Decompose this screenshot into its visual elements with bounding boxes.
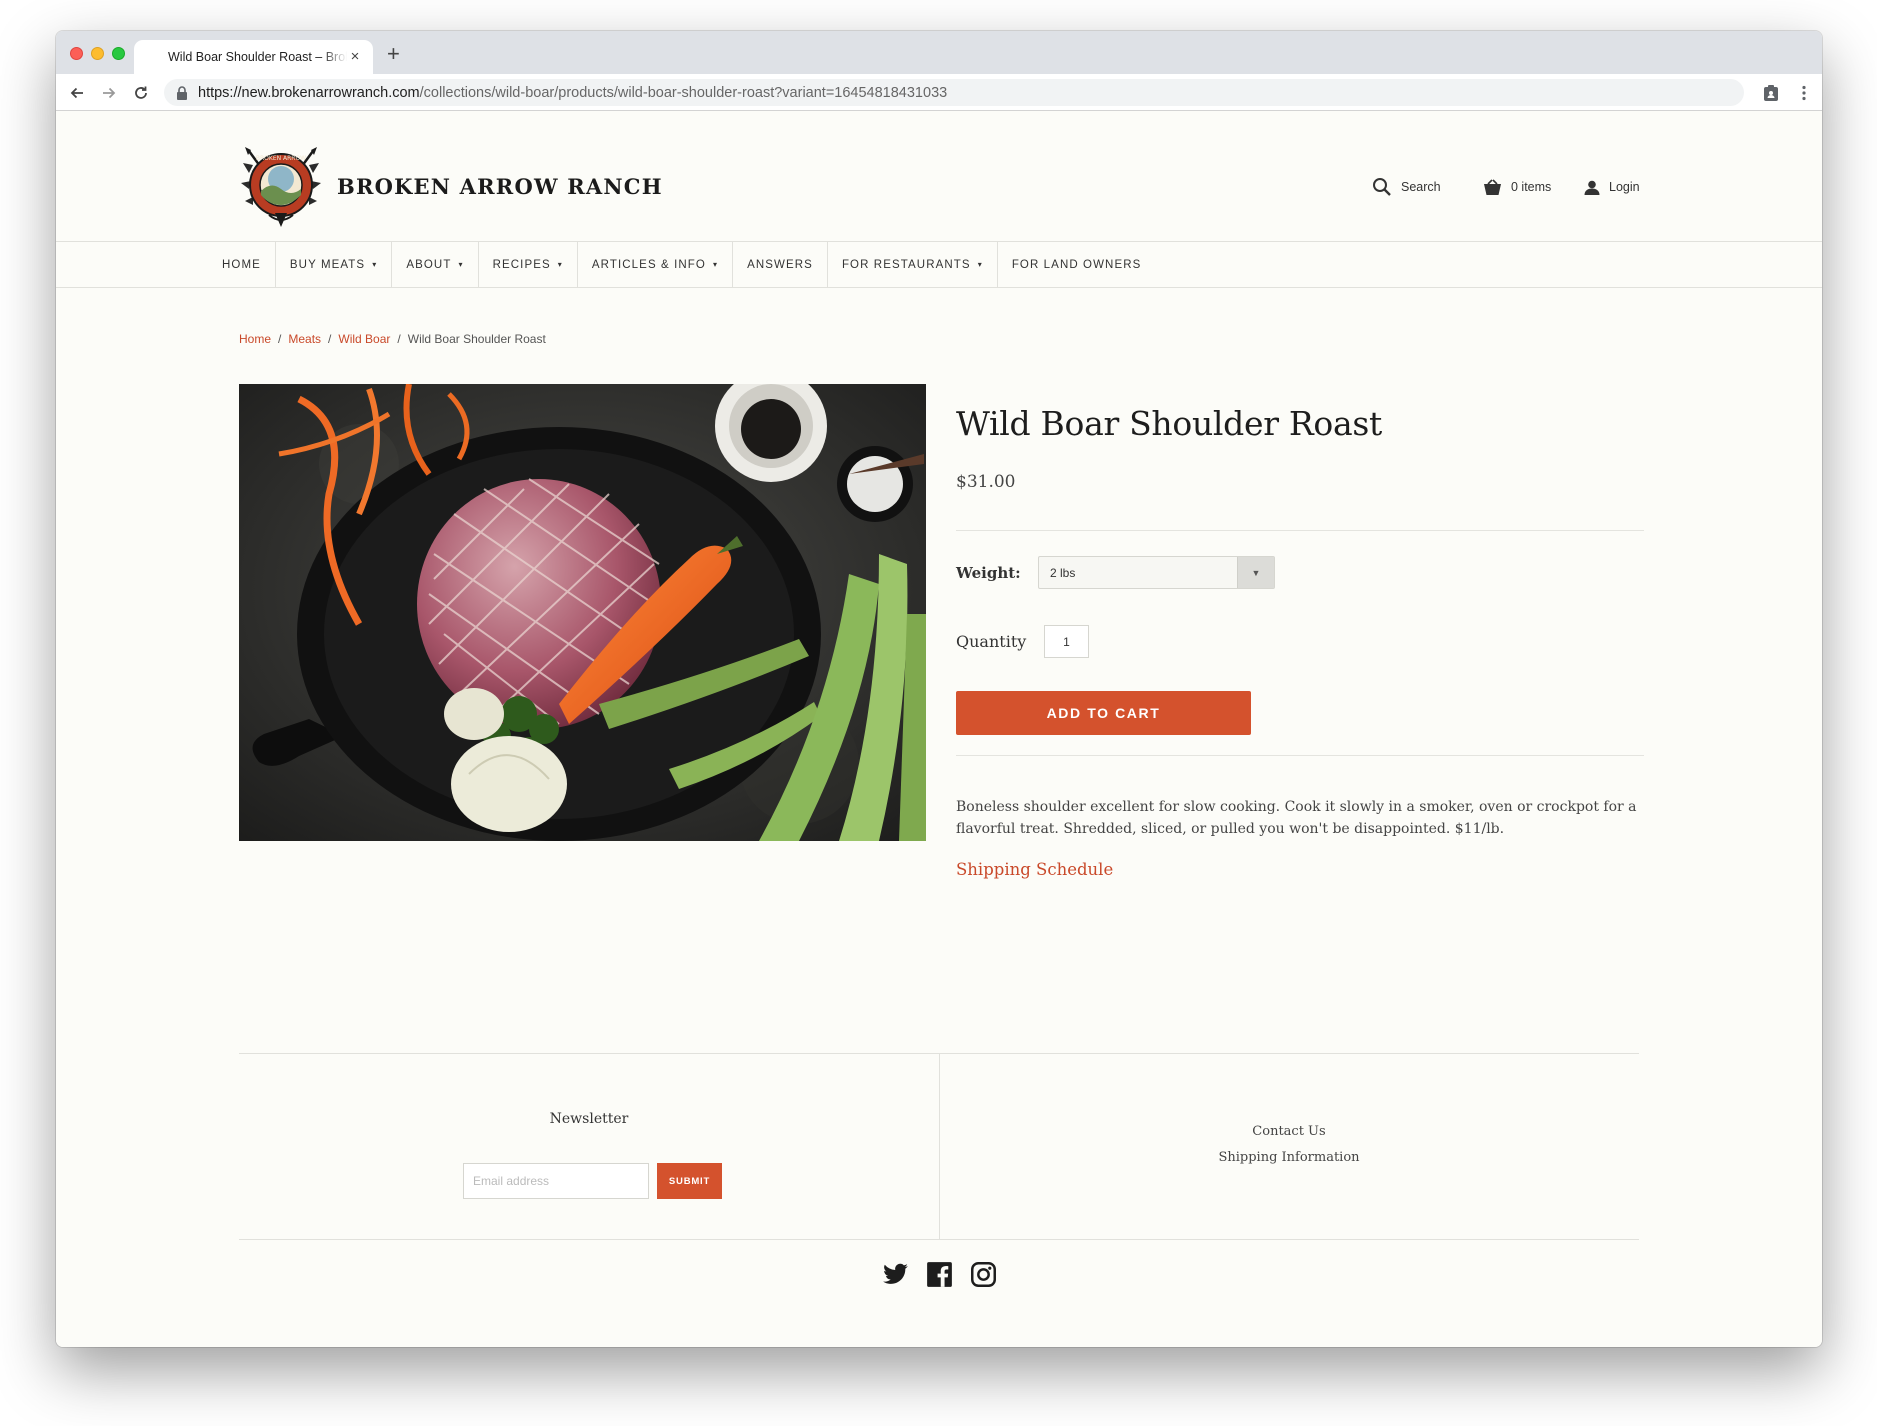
divider: [956, 755, 1644, 756]
breadcrumb-separator: /: [278, 332, 282, 346]
search-label: Search: [1401, 180, 1441, 194]
lock-icon: [177, 85, 187, 100]
chevron-down-icon: ▾: [712, 260, 719, 269]
close-tab-icon[interactable]: ×: [347, 49, 363, 65]
chevron-down-icon: ▾: [977, 260, 983, 269]
tab-title: Wild Boar Shoulder Roast – Broken Arrow …: [168, 50, 347, 64]
breadcrumb-current: Wild Boar Shoulder Roast: [407, 332, 546, 346]
forward-button[interactable]: [97, 81, 121, 105]
search-icon: [1372, 177, 1392, 197]
cart-count: 0 items: [1511, 180, 1552, 194]
site-footer: Newsletter Email address SUBMIT Contact …: [239, 1053, 1639, 1240]
minimize-window-button[interactable]: [91, 47, 104, 60]
url-host: https://new.brokenarrowranch.com: [198, 84, 420, 101]
nav-item-articles-info[interactable]: ARTICLES & INFO ▾: [578, 242, 734, 287]
breadcrumb: Home / Meats / Wild Boar / Wild Boar Sho…: [239, 332, 546, 346]
breadcrumb-separator: /: [397, 332, 401, 346]
chevron-down-icon: ▾: [458, 260, 464, 269]
svg-text:BROKEN ARROW: BROKEN ARROW: [256, 155, 306, 162]
window-controls: [70, 47, 125, 60]
product-title: Wild Boar Shoulder Roast: [956, 404, 1382, 443]
nav-item-home[interactable]: HOME: [208, 242, 276, 287]
breadcrumb-meats[interactable]: Meats: [288, 332, 321, 346]
shipping-schedule-link[interactable]: Shipping Schedule: [956, 860, 1113, 879]
product-image[interactable]: [239, 384, 926, 841]
reload-button[interactable]: [129, 81, 153, 105]
dropdown-arrow-icon: ▼: [1237, 557, 1274, 588]
nav-item-recipes[interactable]: RECIPES ▾: [479, 242, 578, 287]
weight-label: Weight:: [956, 564, 1021, 582]
login-label: Login: [1609, 180, 1640, 194]
address-bar[interactable]: https://new.brokenarrowranch.com/collect…: [164, 79, 1744, 106]
main-navigation: HOME BUY MEATS ▾ ABOUT ▾ RECIPES ▾ ARTICLES…: [56, 241, 1822, 288]
header-login[interactable]: Login: [1584, 175, 1640, 199]
back-button[interactable]: [65, 81, 89, 105]
breadcrumb-wild-boar[interactable]: Wild Boar: [338, 332, 390, 346]
nav-item-for-land-owners[interactable]: FOR LAND OWNERS: [998, 242, 1156, 287]
nav-item-answers[interactable]: ANSWERS: [733, 242, 828, 287]
close-window-button[interactable]: [70, 47, 83, 60]
instagram-icon[interactable]: [970, 1261, 997, 1288]
url-path: /collections/wild-boar/products/wild-boa…: [419, 84, 948, 101]
chevron-down-icon: ▾: [557, 260, 563, 269]
menu-dots-icon[interactable]: [1792, 81, 1816, 105]
nav-item-for-restaurants[interactable]: FOR RESTAURANTS ▾: [828, 242, 998, 287]
add-to-cart-button[interactable]: ADD TO CART: [956, 691, 1251, 735]
ranch-emblem-icon: BROKEN ARROW: [241, 147, 321, 227]
quantity-input[interactable]: 1: [1044, 625, 1089, 658]
weight-selected-value: 2 lbs: [1050, 565, 1076, 580]
browser-tab[interactable]: Wild Boar Shoulder Roast – Broken Arrow …: [134, 40, 373, 74]
extension-icon[interactable]: [1759, 81, 1783, 105]
site-header: BROKEN ARROW BROKEN ARROW RANCH Search 0…: [56, 111, 1822, 241]
newsletter-submit-button[interactable]: SUBMIT: [657, 1163, 722, 1199]
footer-link-contact-us[interactable]: Contact Us: [939, 1124, 1639, 1139]
browser-toolbar: https://new.brokenarrowranch.com/collect…: [56, 74, 1822, 111]
newsletter-title: Newsletter: [549, 1111, 629, 1127]
user-icon: [1584, 180, 1600, 195]
product-price: $31.00: [956, 472, 1016, 492]
new-tab-button[interactable]: +: [387, 43, 400, 65]
browser-window: Wild Boar Shoulder Roast – Broken Arrow …: [56, 31, 1822, 1347]
nav-item-about[interactable]: ABOUT ▾: [392, 242, 479, 287]
header-search[interactable]: Search: [1372, 175, 1441, 199]
divider: [956, 530, 1644, 531]
weight-select[interactable]: 2 lbs ▼: [1038, 556, 1275, 589]
header-cart[interactable]: 0 items: [1483, 175, 1551, 199]
roast-photo: [239, 384, 926, 841]
twitter-icon[interactable]: [882, 1261, 909, 1288]
facebook-icon[interactable]: [926, 1261, 953, 1288]
forward-arrow-icon: [103, 87, 116, 99]
logo-wordmark: BROKEN ARROW RANCH: [337, 173, 663, 199]
nav-item-buy-meats[interactable]: BUY MEATS ▾: [276, 242, 393, 287]
footer-divider: [939, 1054, 940, 1240]
tab-strip: Wild Boar Shoulder Roast – Broken Arrow …: [56, 31, 1822, 74]
footer-link-shipping-information[interactable]: Shipping Information: [939, 1150, 1639, 1165]
cart-basket-icon: [1483, 178, 1502, 196]
web-page: BROKEN ARROW BROKEN ARROW RANCH Search 0…: [56, 111, 1822, 1347]
chevron-down-icon: ▾: [372, 260, 378, 269]
breadcrumb-home[interactable]: Home: [239, 332, 271, 346]
maximize-window-button[interactable]: [112, 47, 125, 60]
site-logo[interactable]: BROKEN ARROW BROKEN ARROW RANCH: [239, 143, 663, 229]
back-arrow-icon: [70, 87, 83, 99]
social-links: [882, 1261, 997, 1288]
product-description: Boneless shoulder excellent for slow coo…: [956, 799, 1637, 837]
newsletter-email-input[interactable]: Email address: [463, 1163, 649, 1199]
reload-icon: [135, 86, 147, 99]
breadcrumb-separator: /: [328, 332, 332, 346]
quantity-label: Quantity: [956, 632, 1027, 651]
